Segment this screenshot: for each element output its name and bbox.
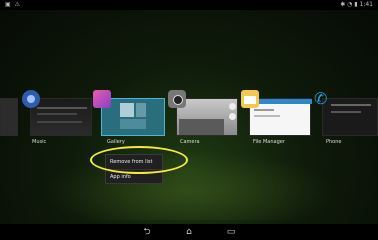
music-thumbnail bbox=[30, 98, 92, 136]
menu-item-remove-from-list[interactable]: Remove from list bbox=[106, 155, 162, 170]
recent-card-music[interactable]: Music bbox=[22, 90, 92, 145]
partial-thumbnail bbox=[0, 98, 18, 136]
navigation-bar: ⮌ ⌂ ▭ bbox=[0, 224, 378, 240]
file-manager-icon bbox=[241, 90, 259, 108]
recent-card-label: Music bbox=[32, 139, 47, 145]
recent-card-file-manager[interactable]: File Manager bbox=[241, 90, 312, 145]
home-icon[interactable]: ⌂ bbox=[179, 226, 199, 238]
context-menu: Remove from list App info bbox=[105, 154, 163, 184]
recent-card-label: Phone bbox=[326, 139, 342, 145]
menu-item-app-info[interactable]: App info bbox=[106, 170, 162, 184]
recent-card-camera[interactable]: Camera bbox=[168, 90, 238, 145]
recent-card-label: File Manager bbox=[253, 139, 285, 145]
phone-icon: ✆ bbox=[314, 89, 328, 108]
status-right-icons: ✱ ◔ ▮ 1:41 bbox=[340, 1, 373, 8]
recent-apps-icon[interactable]: ▭ bbox=[221, 226, 241, 238]
recent-card-gallery[interactable]: Gallery bbox=[93, 90, 165, 145]
recent-card-phone[interactable]: ✆ Phone bbox=[314, 90, 378, 145]
wallpaper-leaf bbox=[40, 150, 340, 220]
recent-card-label: Gallery bbox=[107, 139, 125, 145]
recent-card-partial[interactable] bbox=[0, 98, 18, 136]
camera-icon bbox=[168, 90, 186, 108]
status-left-icons: ▣ ⚠ bbox=[5, 1, 21, 8]
recent-card-label: Camera bbox=[180, 139, 200, 145]
status-bar: ▣ ⚠ ✱ ◔ ▮ 1:41 bbox=[0, 0, 378, 10]
music-icon bbox=[22, 90, 40, 108]
back-icon[interactable]: ⮌ bbox=[137, 226, 157, 238]
gallery-icon bbox=[93, 90, 111, 108]
